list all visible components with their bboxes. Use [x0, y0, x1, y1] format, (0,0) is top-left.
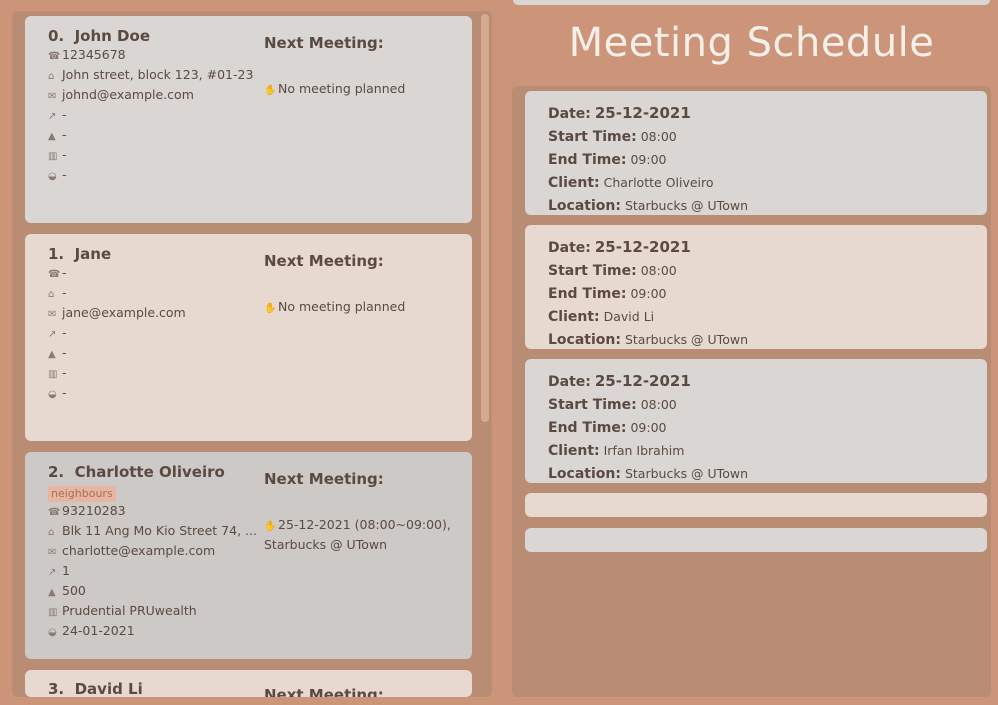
person-field1: ↗ - — [48, 106, 472, 126]
meeting-location: Location: Starbucks @ UTown — [548, 198, 748, 214]
money-bag-icon: ▲ — [48, 131, 56, 142]
envelope-icon: ✉ — [48, 547, 57, 558]
meeting-location: Location: Starbucks @ UTown — [548, 332, 748, 348]
person-name: 2. Charlotte Oliveiro — [48, 463, 225, 481]
meeting-card[interactable]: Date: 25-12-2021 Start Time: 08:00 End Tim… — [525, 225, 987, 349]
person-field3: ▥ Prudential PRUwealth — [48, 602, 472, 622]
handshake-icon: ◒ — [48, 389, 57, 400]
bank-icon: ▥ — [48, 607, 58, 618]
bank-icon: ▥ — [48, 369, 58, 380]
house-icon: ⌂ — [48, 71, 55, 82]
meeting-date: Date: 25-12-2021 — [548, 372, 691, 390]
person-card[interactable]: 3. David Li Next Meeting: — [25, 670, 472, 697]
person-field2: ▲ 500 — [48, 582, 472, 602]
person-field4: ◒ 24-01-2021 — [48, 622, 472, 642]
money-bag-icon: ▲ — [48, 587, 56, 598]
meeting-location: Location: Starbucks @ UTown — [548, 466, 748, 482]
next-meeting-value: ✋ No meeting planned — [264, 80, 464, 100]
person-phone: ☎ 12345678 — [48, 46, 472, 66]
person-name: 0. John Doe — [48, 27, 150, 45]
person-card[interactable]: 2. Charlotte Oliveiro neighbours ☎ 932102… — [25, 452, 472, 659]
meeting-client: Client: Charlotte Oliveiro — [548, 175, 714, 191]
page-title: Meeting Schedule — [568, 20, 935, 66]
person-field4: ◒ - — [48, 166, 472, 186]
meeting-icon: ✋ — [264, 303, 277, 314]
meeting-icon: ✋ — [264, 85, 277, 96]
person-card[interactable]: 1. Jane ☎ - ⌂ - ✉ jane@example.com ↗ - ▲ - ▥ -… — [25, 234, 472, 441]
person-name: 3. David Li — [48, 680, 143, 697]
house-icon: ⌂ — [48, 289, 55, 300]
meeting-start: Start Time: 08:00 — [548, 129, 677, 145]
meeting-client: Client: David Li — [548, 309, 655, 325]
phone-icon: ☎ — [48, 51, 61, 62]
person-field2: ▲ - — [48, 126, 472, 146]
next-meeting-value: ✋ 25-12-2021 (08:00~09:00), Starbucks @ UT… — [264, 517, 451, 552]
house-icon: ⌂ — [48, 527, 55, 538]
meeting-start: Start Time: 08:00 — [548, 397, 677, 413]
meeting-end: End Time: 09:00 — [548, 286, 667, 302]
next-meeting-label: Next Meeting: — [264, 34, 384, 52]
chart-icon: ↗ — [48, 567, 57, 578]
empty-meeting-slot[interactable] — [525, 528, 987, 552]
chart-icon: ↗ — [48, 111, 57, 122]
person-field4: ◒ - — [48, 384, 472, 404]
tag-badge: neighbours — [48, 486, 116, 502]
meeting-card[interactable]: Date: 25-12-2021 Start Time: 08:00 End Tim… — [525, 91, 987, 215]
person-field1: ↗ - — [48, 324, 472, 344]
meeting-date: Date: 25-12-2021 — [548, 104, 691, 122]
person-card[interactable]: 0. John Doe ☎ 12345678 ⌂ John street, bloc… — [25, 16, 472, 223]
handshake-icon: ◒ — [48, 627, 57, 638]
person-field3: ▥ - — [48, 364, 472, 384]
next-meeting-value: ✋ No meeting planned — [264, 298, 464, 318]
meeting-start: Start Time: 08:00 — [548, 263, 677, 279]
envelope-icon: ✉ — [48, 91, 57, 102]
meeting-card[interactable]: Date: 25-12-2021 Start Time: 08:00 End Tim… — [525, 359, 987, 483]
phone-icon: ☎ — [48, 507, 61, 518]
person-phone: ☎ - — [48, 264, 472, 284]
next-meeting-label: Next Meeting: — [264, 252, 384, 270]
person-field2: ▲ - — [48, 344, 472, 364]
person-field1: ↗ 1 — [48, 562, 472, 582]
meeting-end: End Time: 09:00 — [548, 420, 667, 436]
money-bag-icon: ▲ — [48, 349, 56, 360]
next-meeting-label: Next Meeting: — [264, 470, 384, 488]
person-field3: ▥ - — [48, 146, 472, 166]
top-command-bar[interactable] — [513, 0, 990, 5]
meeting-icon: ✋ — [264, 521, 277, 532]
envelope-icon: ✉ — [48, 309, 57, 320]
phone-icon: ☎ — [48, 269, 61, 280]
bank-icon: ▥ — [48, 151, 58, 162]
handshake-icon: ◒ — [48, 171, 57, 182]
person-list-scrollbar[interactable] — [481, 14, 489, 422]
meeting-client: Client: Irfan Ibrahim — [548, 443, 685, 459]
meeting-end: End Time: 09:00 — [548, 152, 667, 168]
meeting-date: Date: 25-12-2021 — [548, 238, 691, 256]
person-name: 1. Jane — [48, 245, 112, 263]
empty-meeting-slot[interactable] — [525, 493, 987, 517]
chart-icon: ↗ — [48, 329, 57, 340]
next-meeting-label: Next Meeting: — [264, 686, 384, 697]
